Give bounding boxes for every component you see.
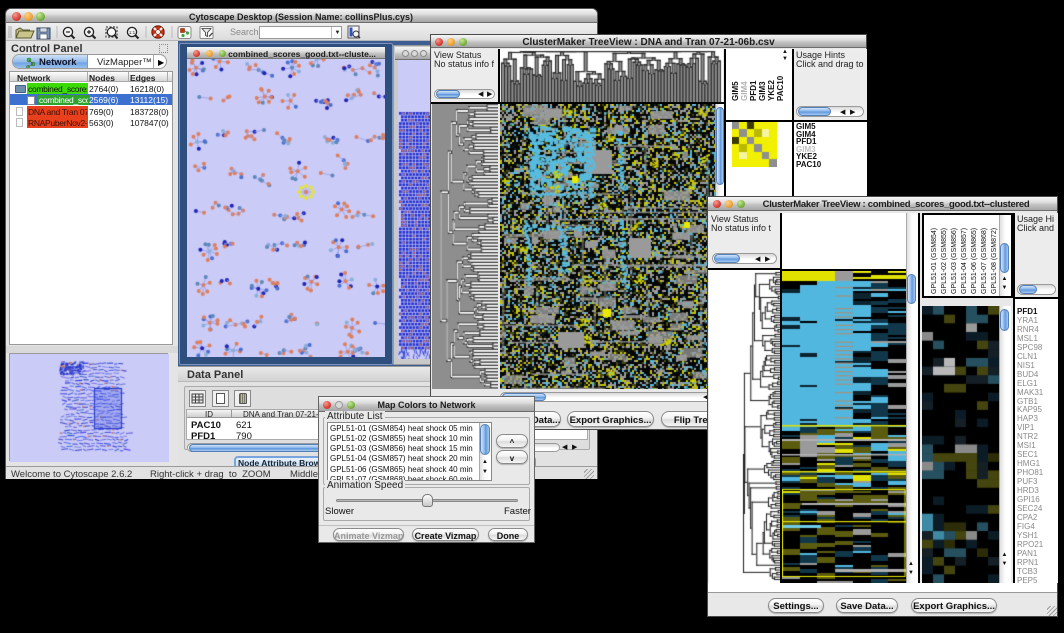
svg-text:1:1: 1:1 bbox=[129, 30, 136, 35]
